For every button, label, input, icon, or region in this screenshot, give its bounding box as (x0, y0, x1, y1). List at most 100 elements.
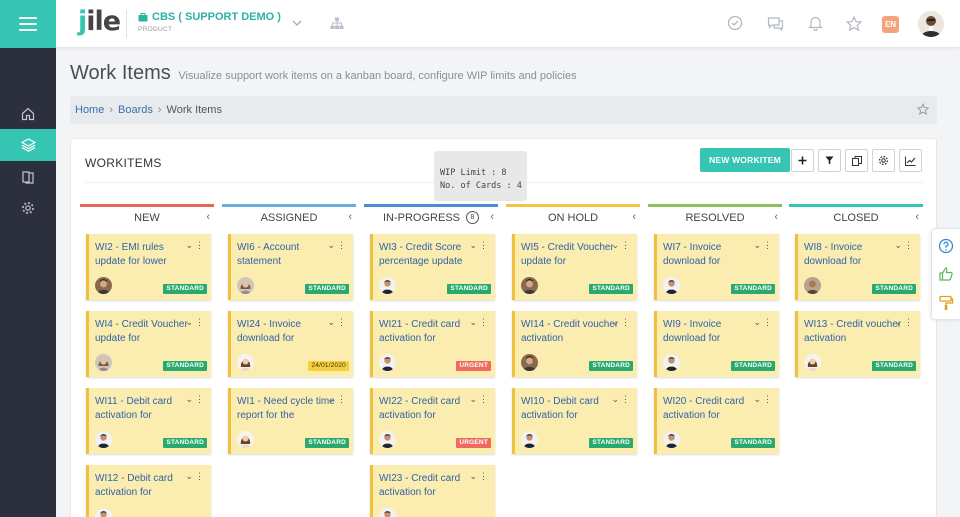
chevron-down-icon[interactable]: ⌄ (185, 394, 195, 404)
chevron-down-icon[interactable]: ⌄ (753, 240, 763, 250)
workitem-title[interactable]: WI21 - Credit card activation for (379, 318, 479, 345)
workitem-card[interactable]: WI13 - Credit voucher activation ⌄⋮ STANDA… (795, 311, 920, 377)
workitem-title[interactable]: WI12 - Debit card activation for (95, 472, 195, 499)
assignee-avatar[interactable] (663, 431, 680, 448)
workitem-card[interactable]: WI14 - Credit voucher activation ⌄⋮ STANDA… (512, 311, 637, 377)
assignee-avatar[interactable] (663, 277, 680, 294)
more-options-icon[interactable]: ⋮ (904, 240, 915, 250)
star-icon[interactable] (845, 14, 863, 32)
chat-icon[interactable] (766, 14, 784, 32)
project-selector[interactable]: CBS ( SUPPORT DEMO ) PRODUCT (138, 11, 281, 33)
workitem-title[interactable]: WI7 - Invoice download for (663, 241, 763, 268)
breadcrumb-boards[interactable]: Boards (118, 104, 153, 116)
workitem-card[interactable]: WI2 - EMI rules update for lower ⌄⋮ STANDA… (86, 234, 211, 300)
workitem-card[interactable]: WI21 - Credit card activation for ⌄⋮ URGEN… (370, 311, 495, 377)
chevron-down-icon[interactable]: ⌄ (469, 394, 479, 404)
bell-icon[interactable] (806, 14, 824, 32)
sidebar-item-settings[interactable] (0, 192, 56, 224)
chevron-down-icon[interactable]: ⌄ (469, 240, 479, 250)
chevron-down-icon[interactable]: ⌄ (894, 317, 904, 327)
sidebar-item-home[interactable] (0, 98, 56, 130)
chart-button[interactable] (899, 149, 922, 172)
board-settings-button[interactable] (872, 149, 895, 172)
assignee-avatar[interactable] (804, 354, 821, 371)
collapse-column-icon[interactable]: ‹ (490, 211, 494, 223)
add-button[interactable] (791, 149, 814, 172)
workitem-card[interactable]: WI22 - Credit card activation for ⌄⋮ URGEN… (370, 388, 495, 454)
chevron-down-icon[interactable]: ⌄ (327, 240, 337, 250)
chevron-down-icon[interactable]: ⌄ (469, 317, 479, 327)
chevron-down-icon[interactable]: ⌄ (611, 240, 621, 250)
more-options-icon[interactable]: ⋮ (904, 317, 915, 327)
chevron-down-icon[interactable]: ⌄ (611, 317, 621, 327)
workitem-title[interactable]: WI14 - Credit voucher activation (521, 318, 621, 345)
workitem-card[interactable]: WI10 - Debit card activation for ⌄⋮ STANDA… (512, 388, 637, 454)
workitem-title[interactable]: WI6 - Account statement (237, 241, 337, 268)
new-workitem-button[interactable]: NEW WORKITEM (700, 148, 790, 172)
workitem-card[interactable]: WI1 - Need cycle time report for the ⌄⋮ ST… (228, 388, 353, 454)
workitem-title[interactable]: WI5 - Credit Voucher update for (521, 241, 621, 268)
help-icon[interactable] (938, 238, 954, 254)
chevron-down-icon[interactable]: ⌄ (185, 471, 195, 481)
workitem-card[interactable]: WI5 - Credit Voucher update for ⌄⋮ STANDAR… (512, 234, 637, 300)
assignee-avatar[interactable] (95, 277, 112, 294)
thumbs-up-icon[interactable] (938, 266, 954, 282)
workitem-title[interactable]: WI22 - Credit card activation for (379, 395, 479, 422)
workitem-title[interactable]: WI9 - Invoice download for (663, 318, 763, 345)
workitem-card[interactable]: WI23 - Credit card activation for ⌄⋮ (370, 465, 495, 517)
more-options-icon[interactable]: ⋮ (479, 240, 490, 250)
more-options-icon[interactable]: ⋮ (621, 317, 632, 327)
more-options-icon[interactable]: ⋮ (479, 317, 490, 327)
assignee-avatar[interactable] (95, 431, 112, 448)
collapse-column-icon[interactable]: ‹ (632, 211, 636, 223)
chevron-down-icon[interactable]: ⌄ (611, 394, 621, 404)
workitem-card[interactable]: WI12 - Debit card activation for ⌄⋮ (86, 465, 211, 517)
assignee-avatar[interactable] (521, 431, 538, 448)
assignee-avatar[interactable] (379, 277, 396, 294)
more-options-icon[interactable]: ⋮ (763, 317, 774, 327)
workitem-title[interactable]: WI1 - Need cycle time report for the (237, 395, 337, 422)
assignee-avatar[interactable] (237, 277, 254, 294)
more-options-icon[interactable]: ⋮ (195, 240, 206, 250)
chevron-down-icon[interactable] (288, 14, 306, 32)
chevron-down-icon[interactable]: ⌄ (327, 317, 337, 327)
assignee-avatar[interactable] (379, 431, 396, 448)
assignee-avatar[interactable] (379, 354, 396, 371)
check-circle-icon[interactable] (726, 14, 744, 32)
workitem-title[interactable]: WI24 - Invoice download for (237, 318, 337, 345)
paint-roller-icon[interactable] (938, 295, 954, 311)
more-options-icon[interactable]: ⋮ (763, 394, 774, 404)
copy-button[interactable] (845, 149, 868, 172)
favorite-star-icon[interactable] (916, 102, 930, 118)
sidebar-item-boards[interactable] (0, 129, 56, 161)
assignee-avatar[interactable] (663, 354, 680, 371)
workitem-card[interactable]: WI3 - Credit Score percentage update ⌄⋮ ST… (370, 234, 495, 300)
language-badge[interactable]: EN (882, 16, 899, 33)
filter-button[interactable] (818, 149, 841, 172)
wip-limit-badge[interactable]: 8 (466, 211, 479, 224)
collapse-column-icon[interactable]: ‹ (774, 211, 778, 223)
chevron-down-icon[interactable]: ⌄ (185, 240, 195, 250)
workitem-card[interactable]: WI6 - Account statement ⌄⋮ STANDARD (228, 234, 353, 300)
collapse-column-icon[interactable]: ‹ (915, 211, 919, 223)
workitem-title[interactable]: WI2 - EMI rules update for lower (95, 241, 195, 268)
chevron-down-icon[interactable]: ⌄ (185, 317, 195, 327)
assignee-avatar[interactable] (804, 277, 821, 294)
more-options-icon[interactable]: ⋮ (195, 317, 206, 327)
assignee-avatar[interactable] (237, 431, 254, 448)
more-options-icon[interactable]: ⋮ (479, 394, 490, 404)
assignee-avatar[interactable] (95, 508, 112, 517)
more-options-icon[interactable]: ⋮ (621, 240, 632, 250)
breadcrumb-home[interactable]: Home (75, 104, 104, 116)
user-avatar[interactable] (918, 11, 944, 37)
workitem-title[interactable]: WI13 - Credit voucher activation (804, 318, 904, 345)
more-options-icon[interactable]: ⋮ (621, 394, 632, 404)
workitem-card[interactable]: WI8 - Invoice download for ⌄⋮ STANDARD (795, 234, 920, 300)
more-options-icon[interactable]: ⋮ (195, 471, 206, 481)
workitem-title[interactable]: WI4 - Credit Voucher update for (95, 318, 195, 345)
workitem-title[interactable]: WI20 - Credit card activation for (663, 395, 763, 422)
more-options-icon[interactable]: ⋮ (337, 317, 348, 327)
workitem-card[interactable]: WI4 - Credit Voucher update for ⌄⋮ STANDAR… (86, 311, 211, 377)
chevron-down-icon[interactable]: ⌄ (894, 240, 904, 250)
collapse-column-icon[interactable]: ‹ (206, 211, 210, 223)
